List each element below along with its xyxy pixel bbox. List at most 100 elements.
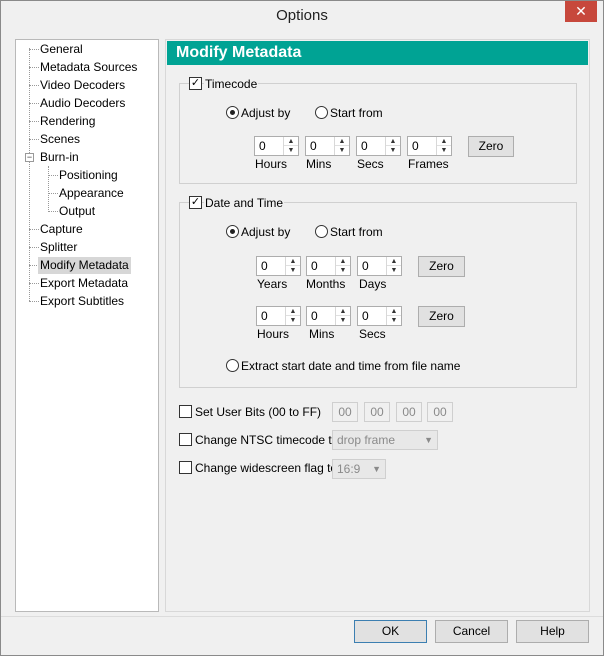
- help-button[interactable]: Help: [516, 620, 589, 643]
- spinner-value: 0: [311, 259, 318, 273]
- spin-up-icon[interactable]: ▲: [387, 257, 401, 266]
- extract-label: Extract start date and time from file na…: [241, 359, 461, 373]
- spin-down-icon[interactable]: ▼: [437, 146, 451, 155]
- spinner-value: 0: [412, 139, 419, 153]
- spin-up-icon[interactable]: ▲: [336, 307, 350, 316]
- spin-down-icon[interactable]: ▼: [387, 266, 401, 275]
- spin-down-icon[interactable]: ▼: [336, 266, 350, 275]
- extract-radio[interactable]: [226, 359, 239, 372]
- spin-up-icon[interactable]: ▲: [387, 307, 401, 316]
- date-time-checkbox[interactable]: ✓: [189, 196, 202, 209]
- datetime-adjust-radio[interactable]: [226, 225, 239, 238]
- spin-down-icon[interactable]: ▼: [386, 146, 400, 155]
- tree-item-export-subtitles[interactable]: Export Subtitles: [38, 293, 126, 310]
- widescreen-checkbox[interactable]: [179, 461, 192, 474]
- spin-up-icon[interactable]: ▲: [437, 137, 451, 146]
- spin-down-icon[interactable]: ▼: [336, 316, 350, 325]
- spin-up-icon[interactable]: ▲: [284, 137, 298, 146]
- timecode-hours-spinner[interactable]: 0 ▲ ▼: [254, 136, 299, 156]
- spin-up-icon[interactable]: ▲: [336, 257, 350, 266]
- ok-button[interactable]: OK: [354, 620, 427, 643]
- spinner-value: 0: [261, 309, 268, 323]
- widescreen-select-value: 16:9: [337, 462, 361, 476]
- tree-item-positioning[interactable]: Positioning: [57, 167, 120, 184]
- timecode-zero-button[interactable]: Zero: [468, 136, 514, 157]
- user-bits-field[interactable]: 00: [332, 402, 358, 422]
- ntsc-select[interactable]: drop frame ▼: [332, 430, 438, 450]
- collapse-icon[interactable]: −: [25, 153, 34, 162]
- options-window: Options ✕ General Metadata Sources Video…: [0, 0, 604, 656]
- datetime-start-label: Start from: [330, 225, 383, 239]
- user-bits-label: Set User Bits (00 to FF): [195, 405, 322, 419]
- timecode-frames-spinner[interactable]: 0 ▲ ▼: [407, 136, 452, 156]
- cancel-button[interactable]: Cancel: [435, 620, 508, 643]
- timecode-checkbox[interactable]: ✓: [189, 77, 202, 90]
- tree-item-export-metadata[interactable]: Export Metadata: [38, 275, 130, 292]
- user-bits-field[interactable]: 00: [427, 402, 453, 422]
- tree-item-video-decoders[interactable]: Video Decoders: [38, 77, 127, 94]
- tree-item-metadata-sources[interactable]: Metadata Sources: [38, 59, 139, 76]
- spin-down-icon[interactable]: ▼: [335, 146, 349, 155]
- spin-up-icon[interactable]: ▲: [286, 307, 300, 316]
- spin-up-icon[interactable]: ▲: [286, 257, 300, 266]
- widescreen-select[interactable]: 16:9 ▼: [332, 459, 386, 479]
- title-bar[interactable]: Options ✕: [1, 1, 603, 32]
- timecode-adjust-label: Adjust by: [241, 106, 291, 120]
- spinner-value: 0: [310, 139, 317, 153]
- spin-down-icon[interactable]: ▼: [286, 316, 300, 325]
- ntsc-checkbox[interactable]: [179, 433, 192, 446]
- hours-label: Hours: [255, 157, 288, 171]
- date-time-label: Date and Time: [204, 196, 285, 210]
- tree-item-scenes[interactable]: Scenes: [38, 131, 82, 148]
- user-bits-checkbox[interactable]: [179, 405, 192, 418]
- frames-label: Frames: [408, 157, 449, 171]
- months-spinner[interactable]: 0 ▲ ▼: [306, 256, 351, 276]
- tree-item-audio-decoders[interactable]: Audio Decoders: [38, 95, 127, 112]
- user-bits-field[interactable]: 00: [396, 402, 422, 422]
- spin-down-icon[interactable]: ▼: [387, 316, 401, 325]
- window-title: Options: [276, 7, 328, 24]
- date-zero-button[interactable]: Zero: [418, 256, 465, 277]
- timecode-start-radio[interactable]: [315, 106, 328, 119]
- spin-up-icon[interactable]: ▲: [386, 137, 400, 146]
- spin-down-icon[interactable]: ▼: [284, 146, 298, 155]
- tree-item-general[interactable]: General: [38, 41, 85, 58]
- dt-secs-spinner[interactable]: 0 ▲ ▼: [357, 306, 402, 326]
- spinner-value: 0: [311, 309, 318, 323]
- timecode-secs-spinner[interactable]: 0 ▲ ▼: [356, 136, 401, 156]
- spin-up-icon[interactable]: ▲: [335, 137, 349, 146]
- close-icon[interactable]: ✕: [565, 1, 597, 22]
- dt-hours-spinner[interactable]: 0 ▲ ▼: [256, 306, 301, 326]
- user-bits-field[interactable]: 00: [364, 402, 390, 422]
- timecode-label: Timecode: [204, 77, 259, 91]
- footer-divider: [1, 616, 603, 617]
- tree-item-splitter[interactable]: Splitter: [38, 239, 79, 256]
- options-tree[interactable]: General Metadata Sources Video Decoders …: [15, 39, 159, 612]
- datetime-adjust-label: Adjust by: [241, 225, 291, 239]
- dt-mins-spinner[interactable]: 0 ▲ ▼: [306, 306, 351, 326]
- tree-item-output[interactable]: Output: [57, 203, 97, 220]
- spinner-value: 0: [361, 139, 368, 153]
- spinner-value: 0: [259, 139, 266, 153]
- days-spinner[interactable]: 0 ▲ ▼: [357, 256, 402, 276]
- tree-guide-line: [48, 166, 49, 212]
- tree-item-rendering[interactable]: Rendering: [38, 113, 97, 130]
- tree-item-burn-in[interactable]: Burn-in: [38, 149, 81, 166]
- tree-item-modify-metadata[interactable]: Modify Metadata: [38, 257, 131, 274]
- chevron-down-icon: ▼: [372, 464, 381, 474]
- tree-item-appearance[interactable]: Appearance: [57, 185, 126, 202]
- timecode-adjust-radio[interactable]: [226, 106, 239, 119]
- modify-metadata-panel: Modify Metadata ✓ Timecode Adjust by Sta…: [165, 39, 590, 612]
- days-label: Days: [359, 277, 387, 291]
- mins-label: Mins: [306, 157, 332, 171]
- tree-item-capture[interactable]: Capture: [38, 221, 85, 238]
- time-zero-button[interactable]: Zero: [418, 306, 465, 327]
- spinner-value: 0: [362, 259, 369, 273]
- ntsc-label: Change NTSC timecode to: [195, 433, 339, 447]
- widescreen-label: Change widescreen flag to: [195, 461, 338, 475]
- spin-down-icon[interactable]: ▼: [286, 266, 300, 275]
- datetime-start-radio[interactable]: [315, 225, 328, 238]
- ntsc-select-value: drop frame: [337, 433, 396, 447]
- years-spinner[interactable]: 0 ▲ ▼: [256, 256, 301, 276]
- timecode-mins-spinner[interactable]: 0 ▲ ▼: [305, 136, 350, 156]
